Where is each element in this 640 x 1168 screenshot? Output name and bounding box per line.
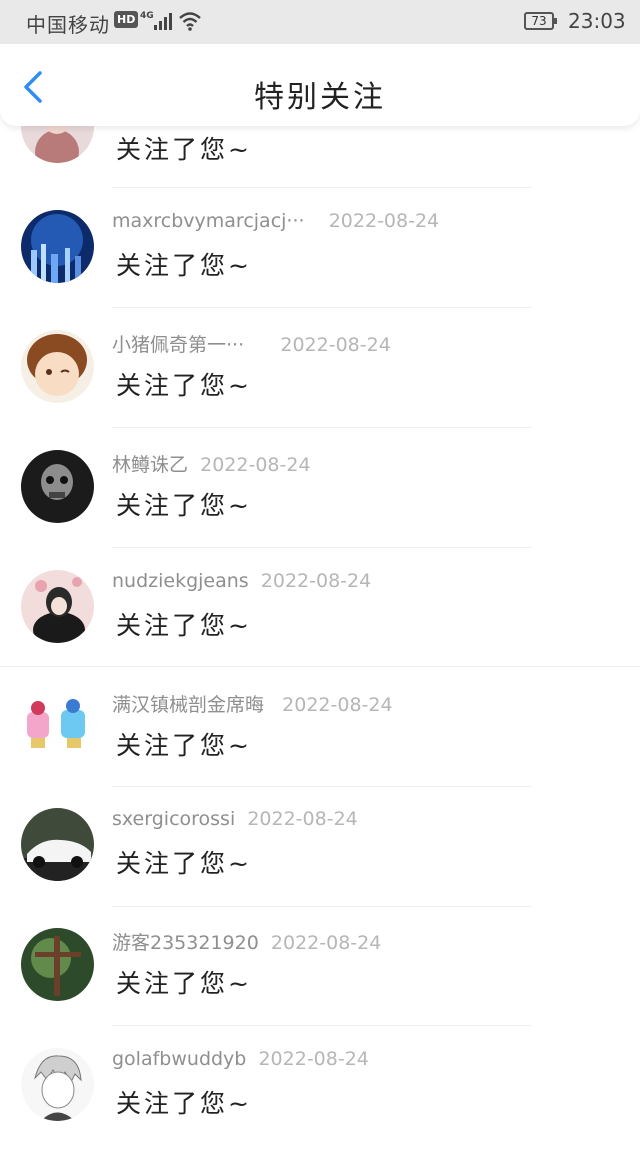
divider xyxy=(0,666,640,667)
wifi-icon xyxy=(179,12,201,31)
avatar-image xyxy=(21,928,94,1001)
list-item[interactable]: 游客235321920 2022-08-24 关注了您~ xyxy=(0,928,640,1048)
divider xyxy=(112,547,532,548)
item-meta: nudziekgjeans 2022-08-24 xyxy=(112,570,371,600)
list-item[interactable]: sxergicorossi 2022-08-24 关注了您~ xyxy=(0,808,640,928)
avatar-image xyxy=(21,210,94,283)
divider xyxy=(112,187,532,188)
avatar-image xyxy=(21,330,94,403)
username[interactable]: 游客235321920 xyxy=(112,932,259,954)
list-item[interactable]: maxrcbvymarcjacj··· 2022-08-24 关注了您~ xyxy=(0,210,640,330)
username[interactable]: 小猪佩奇第一··· xyxy=(112,334,244,356)
follow-date: 2022-08-24 xyxy=(282,694,393,716)
username[interactable]: golafbwuddyb xyxy=(112,1048,246,1070)
divider xyxy=(112,786,532,787)
list-item[interactable]: 小猪佩奇第一··· 2022-08-24 关注了您~ xyxy=(0,330,640,450)
follow-date: 2022-08-24 xyxy=(200,454,311,476)
status-bar: 中国移动 HD 4G 73 23:03 xyxy=(0,0,640,44)
follow-date: 2022-08-24 xyxy=(328,210,440,232)
item-meta: maxrcbvymarcjacj··· 2022-08-24 xyxy=(112,210,439,240)
list-item[interactable]: nudziekgjeans 2022-08-24 关注了您~ xyxy=(0,570,640,690)
page-title: 特别关注 xyxy=(254,80,386,115)
signal-icon: 4G xyxy=(140,11,172,30)
clock: 23:03 xyxy=(568,9,626,33)
avatar[interactable] xyxy=(21,570,94,643)
battery-icon: 73 xyxy=(524,12,557,30)
username[interactable]: 满汉镇械剖金席晦 xyxy=(112,694,264,716)
follow-message: 关注了您~ xyxy=(116,849,252,878)
avatar[interactable] xyxy=(21,808,94,881)
avatar-image xyxy=(21,690,94,763)
carrier-label: 中国移动 xyxy=(26,13,110,37)
item-meta: 小猪佩奇第一··· 2022-08-24 xyxy=(112,330,391,360)
avatar-image xyxy=(21,450,94,523)
follow-message: 关注了您~ xyxy=(116,731,252,760)
avatar-image xyxy=(21,808,94,881)
follow-date: 2022-08-24 xyxy=(270,932,382,954)
list-item[interactable]: 满汉镇械剖金席晦 2022-08-24 关注了您~ xyxy=(0,690,640,810)
item-meta: 满汉镇械剖金席晦 2022-08-24 xyxy=(112,690,393,720)
avatar[interactable] xyxy=(21,928,94,1001)
username[interactable]: maxrcbvymarcjacj··· xyxy=(112,210,305,232)
divider xyxy=(112,307,532,308)
hd-icon: HD xyxy=(114,11,139,28)
item-meta: sxergicorossi 2022-08-24 xyxy=(112,808,358,838)
follow-date: 2022-08-24 xyxy=(260,570,372,592)
follow-message: 关注了您~ xyxy=(116,135,252,164)
item-meta: 林鳟诛乙 2022-08-24 xyxy=(112,450,311,480)
follow-message: 关注了您~ xyxy=(116,969,252,998)
item-meta: golafbwuddyb 2022-08-24 xyxy=(112,1048,369,1078)
follow-date: 2022-08-24 xyxy=(280,334,391,356)
avatar[interactable] xyxy=(21,690,94,763)
follow-message: 关注了您~ xyxy=(116,611,252,640)
username[interactable]: 林鳟诛乙 xyxy=(112,454,188,476)
follow-message: 关注了您~ xyxy=(116,491,252,520)
username[interactable]: sxergicorossi xyxy=(112,808,235,830)
follow-date: 2022-08-24 xyxy=(247,808,358,830)
divider xyxy=(112,906,532,907)
network-type-label: 4G xyxy=(140,11,154,21)
divider xyxy=(112,427,532,428)
divider xyxy=(112,1025,532,1026)
avatar-image xyxy=(21,1048,94,1121)
avatar[interactable] xyxy=(21,210,94,283)
username[interactable]: nudziekgjeans xyxy=(112,570,249,592)
follow-message: 关注了您~ xyxy=(116,251,252,280)
avatar[interactable] xyxy=(21,450,94,523)
avatar[interactable] xyxy=(21,1048,94,1121)
follow-message: 关注了您~ xyxy=(116,371,252,400)
nav-bar: 特别关注 xyxy=(0,44,640,126)
avatar[interactable] xyxy=(21,330,94,403)
list-item[interactable]: 林鳟诛乙 2022-08-24 关注了您~ xyxy=(0,450,640,570)
avatar-image xyxy=(21,570,94,643)
battery-level: 73 xyxy=(531,14,547,28)
list-item[interactable]: golafbwuddyb 2022-08-24 关注了您~ xyxy=(0,1048,640,1168)
item-meta: 游客235321920 2022-08-24 xyxy=(112,928,381,958)
follow-message: 关注了您~ xyxy=(116,1089,252,1118)
follow-date: 2022-08-24 xyxy=(258,1048,369,1070)
